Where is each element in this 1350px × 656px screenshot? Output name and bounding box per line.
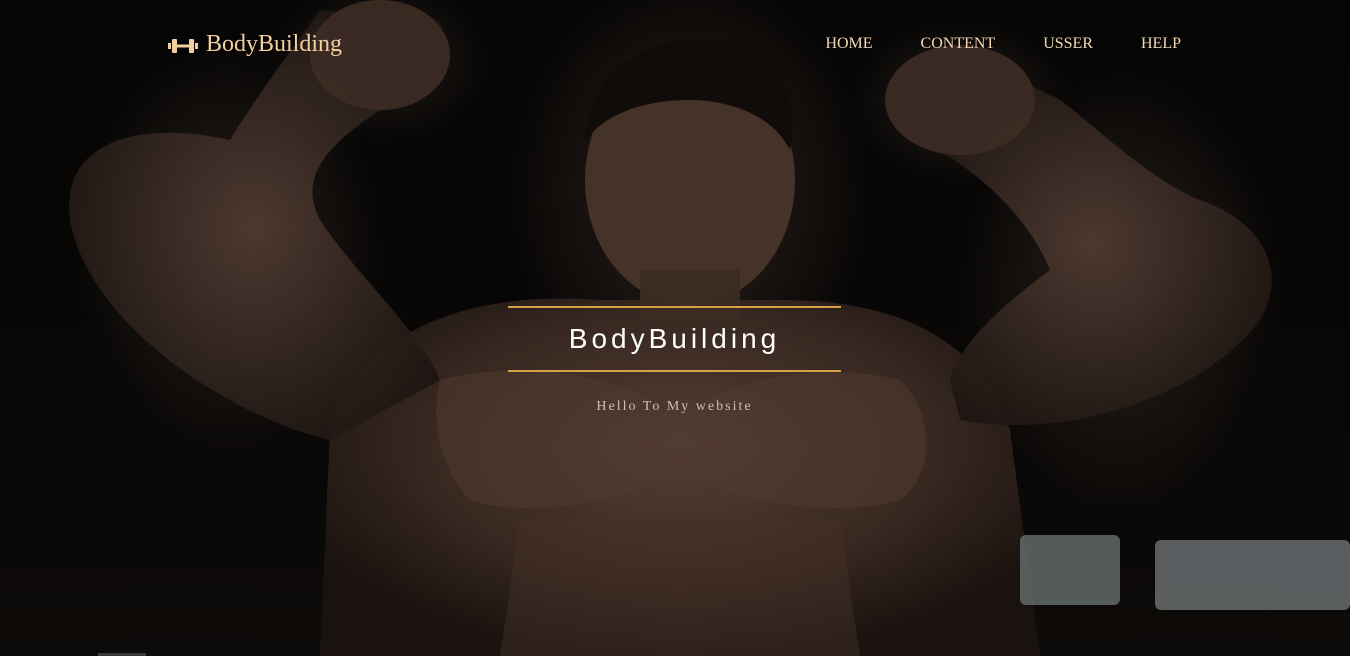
top-navbar: BodyBuilding HOME CONTENT USSER HELP [168,26,1182,62]
nav-item-home[interactable]: HOME [825,35,872,53]
hero-center-block: BodyBuilding Hello To My website [508,306,841,415]
brand-name: BodyBuilding [206,30,343,57]
nav-menu: HOME CONTENT USSER HELP [825,35,1181,53]
nav-item-help[interactable]: HELP [1141,35,1181,53]
hero-title: BodyBuilding [568,323,781,354]
brand-logo-link[interactable]: BodyBuilding [168,31,342,58]
nav-item-usser[interactable]: USSER [1043,35,1093,53]
dumbbell-icon [168,35,198,53]
hero-section: BodyBuilding HOME CONTENT USSER HELP Bod… [0,0,1350,656]
nav-item-content[interactable]: CONTENT [921,35,996,53]
title-bottom-rule [508,370,841,372]
hero-subtitle: Hello To My website [596,399,753,414]
